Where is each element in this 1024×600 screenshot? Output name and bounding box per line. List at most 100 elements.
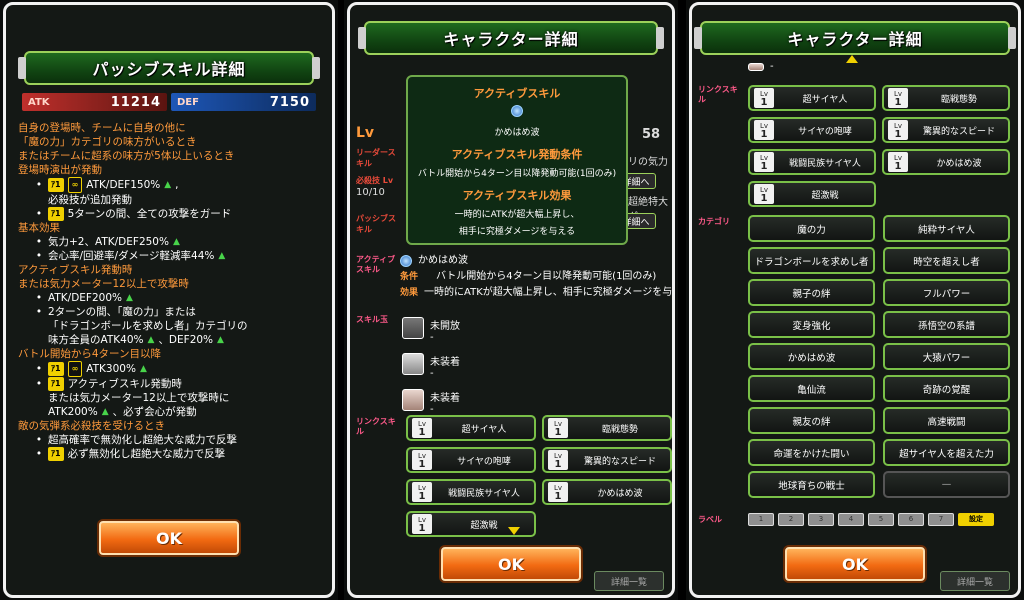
popup-heading: アクティブスキル — [473, 87, 561, 100]
level-badge: Lv 1 — [548, 450, 568, 470]
level-badge: Lv 1 — [412, 482, 432, 502]
link-skill-name: 戦闘民族サイヤ人 — [448, 488, 520, 499]
category-item[interactable]: 高速戦闘 — [883, 407, 1010, 434]
desc-item: • 気力+2、ATK/DEF250% ▲ — [18, 235, 318, 249]
level-badge: Lv 1 — [412, 450, 432, 470]
kamehameha-icon — [511, 105, 523, 117]
label-slot[interactable]: 3 — [808, 513, 834, 526]
character-detail-title-text: キャラクター詳細 — [443, 30, 579, 49]
category-item[interactable]: 亀仙流 — [748, 375, 875, 402]
desc-item: • 超高確率で無効化し超絶大な威力で反撃 — [18, 433, 318, 447]
detail-list-button[interactable]: 詳細一覧 — [940, 571, 1010, 591]
link-skill[interactable]: Lv 1 サイヤの咆哮 — [748, 117, 876, 143]
character-detail-title: キャラクター詳細 — [358, 21, 664, 55]
category-item[interactable]: 親子の絆 — [748, 279, 875, 306]
link-skill[interactable]: Lv 1 驚異的なスピード — [882, 117, 1010, 143]
character-detail-panel-active: キャラクター詳細 Lv リーダースキル 必殺技 Lv 10/10 パッシブスキル… — [344, 0, 678, 600]
desc-heading: または気力メーター12以上で攻撃時 — [18, 278, 189, 290]
link-skill[interactable]: Lv 1 臨戦態勢 — [882, 85, 1010, 111]
bg-passive-label: パッシブスキル — [356, 214, 396, 234]
category-item[interactable]: 孫悟空の系譜 — [883, 311, 1010, 338]
ok-button[interactable]: OK — [99, 521, 239, 555]
level-badge: Lv 1 — [754, 120, 774, 140]
category-item[interactable]: フルパワー — [883, 279, 1010, 306]
lv-value: 1 — [418, 523, 426, 534]
category-item[interactable]: 親友の絆 — [748, 407, 875, 434]
link-skill-name: 超激戦 — [811, 190, 839, 201]
skill-orb-label: スキル玉 — [356, 315, 388, 324]
lv-value: 1 — [760, 161, 768, 172]
label-slot[interactable]: 7 — [928, 513, 954, 526]
link-skill-name: サイヤの咆哮 — [798, 126, 852, 137]
bullet-icon: • — [35, 378, 43, 390]
desc-text: 会心率/回避率/ダメージ軽減率44% — [48, 250, 215, 262]
desc-line: 登場時演出が発動 — [18, 164, 102, 176]
popup-skill-name: かめはめ波 — [494, 128, 540, 138]
link-skill[interactable]: Lv 1 戦闘民族サイヤ人 — [406, 479, 536, 505]
desc-line: またはチームに超系の味方が5体以上いるとき — [18, 150, 235, 162]
bg-skill-lv-value: 10/10 — [356, 187, 385, 198]
link-skill-label: リンクスキル — [698, 85, 738, 104]
desc-item: • ｱ1 ∞ ATK/DEF150% ▲, — [35, 177, 179, 193]
atk-label: ATK — [28, 96, 50, 108]
lv-value: 1 — [418, 427, 426, 438]
level-badge: Lv 1 — [754, 88, 774, 108]
skill-orb-slot[interactable]: 未開放 - — [402, 317, 460, 343]
link-skill[interactable]: Lv 1 超サイヤ人 — [406, 415, 536, 441]
link-skill[interactable]: Lv 1 サイヤの咆哮 — [406, 447, 536, 473]
active-skill-name: かめはめ波 — [418, 255, 468, 266]
detail-list-button[interactable]: 詳細一覧 — [594, 571, 664, 591]
link-skill[interactable]: Lv 1 戦闘民族サイヤ人 — [748, 149, 876, 175]
category-item[interactable]: 超サイヤ人を超えた力 — [883, 439, 1010, 466]
desc-item: • ｱ1 必ず無効化し超絶大な威力で反撃 — [18, 447, 318, 461]
label-set-button[interactable]: 設定 — [958, 513, 994, 526]
orb-status: 未装着 — [430, 357, 460, 368]
link-skill[interactable]: Lv 1 驚異的なスピード — [542, 447, 672, 473]
desc-text: ATK200% — [48, 406, 98, 418]
category-item[interactable]: かめはめ波 — [748, 343, 875, 370]
link-skill[interactable]: Lv 1 超サイヤ人 — [748, 85, 876, 111]
popup-effect: 一時的にATKが超大幅上昇し、 — [454, 210, 580, 220]
link-skill[interactable]: Lv 1 超激戦 — [748, 181, 876, 207]
up-arrow-icon: ▲ — [172, 237, 180, 247]
lv-value: 1 — [554, 491, 562, 502]
label-slot[interactable]: 6 — [898, 513, 924, 526]
label-slot[interactable]: 1 — [748, 513, 774, 526]
title-cap-left — [358, 27, 366, 49]
lv-value: 1 — [418, 491, 426, 502]
label-slot[interactable]: 4 — [838, 513, 864, 526]
desc-heading: アクティブスキル発動時 — [18, 264, 133, 276]
title-cap-left — [18, 57, 26, 79]
ok-button[interactable]: OK — [785, 547, 925, 581]
category-item[interactable]: 魔の力 — [748, 215, 875, 242]
skill-orb-slot[interactable]: 未装着 - — [402, 389, 460, 415]
skill-orb-slot[interactable]: 未装着 - — [402, 353, 460, 379]
category-item[interactable]: 地球育ちの戦士 — [748, 471, 875, 498]
category-item[interactable]: 大猿パワー — [883, 343, 1010, 370]
category-grid: 魔の力 純粋サイヤ人 ドラゴンボールを求めし者 時空を超えし者 親子の絆 フルパ… — [748, 215, 1010, 498]
ok-button[interactable]: OK — [441, 547, 581, 581]
desc-item: • ｱ1 アクティブスキル発動時 — [18, 377, 318, 391]
title-cap-left — [694, 27, 702, 49]
scroll-down-icon[interactable] — [508, 527, 520, 535]
desc-text: ATK300% — [86, 363, 136, 375]
category-item[interactable]: 時空を超えし者 — [883, 247, 1010, 274]
category-item[interactable]: 命運をかけた闘い — [748, 439, 875, 466]
link-skill[interactable]: Lv 1 臨戦態勢 — [542, 415, 672, 441]
lv-value: 1 — [554, 459, 562, 470]
link-skill[interactable]: Lv 1 かめはめ波 — [542, 479, 672, 505]
label-slot[interactable]: 5 — [868, 513, 894, 526]
scroll-up-icon[interactable] — [846, 55, 858, 63]
lv-value: 1 — [760, 193, 768, 204]
atk-value: 11214 — [110, 94, 161, 110]
category-item[interactable]: 変身強化 — [748, 311, 875, 338]
orb-sub: - — [430, 404, 434, 415]
link-skill[interactable]: Lv 1 かめはめ波 — [882, 149, 1010, 175]
desc-item: ATK200% ▲ 、必ず会心が発動 — [18, 405, 318, 419]
category-item[interactable]: 純粋サイヤ人 — [883, 215, 1010, 242]
effect-row: 効果 一時的にATKが超大幅上昇し、相手に究極ダメージを与 — [356, 285, 672, 301]
desc-text: ATK/DEF150% — [86, 179, 161, 191]
category-item[interactable]: ドラゴンボールを求めし者 — [748, 247, 875, 274]
category-item[interactable]: 奇跡の覚醒 — [883, 375, 1010, 402]
label-slot[interactable]: 2 — [778, 513, 804, 526]
